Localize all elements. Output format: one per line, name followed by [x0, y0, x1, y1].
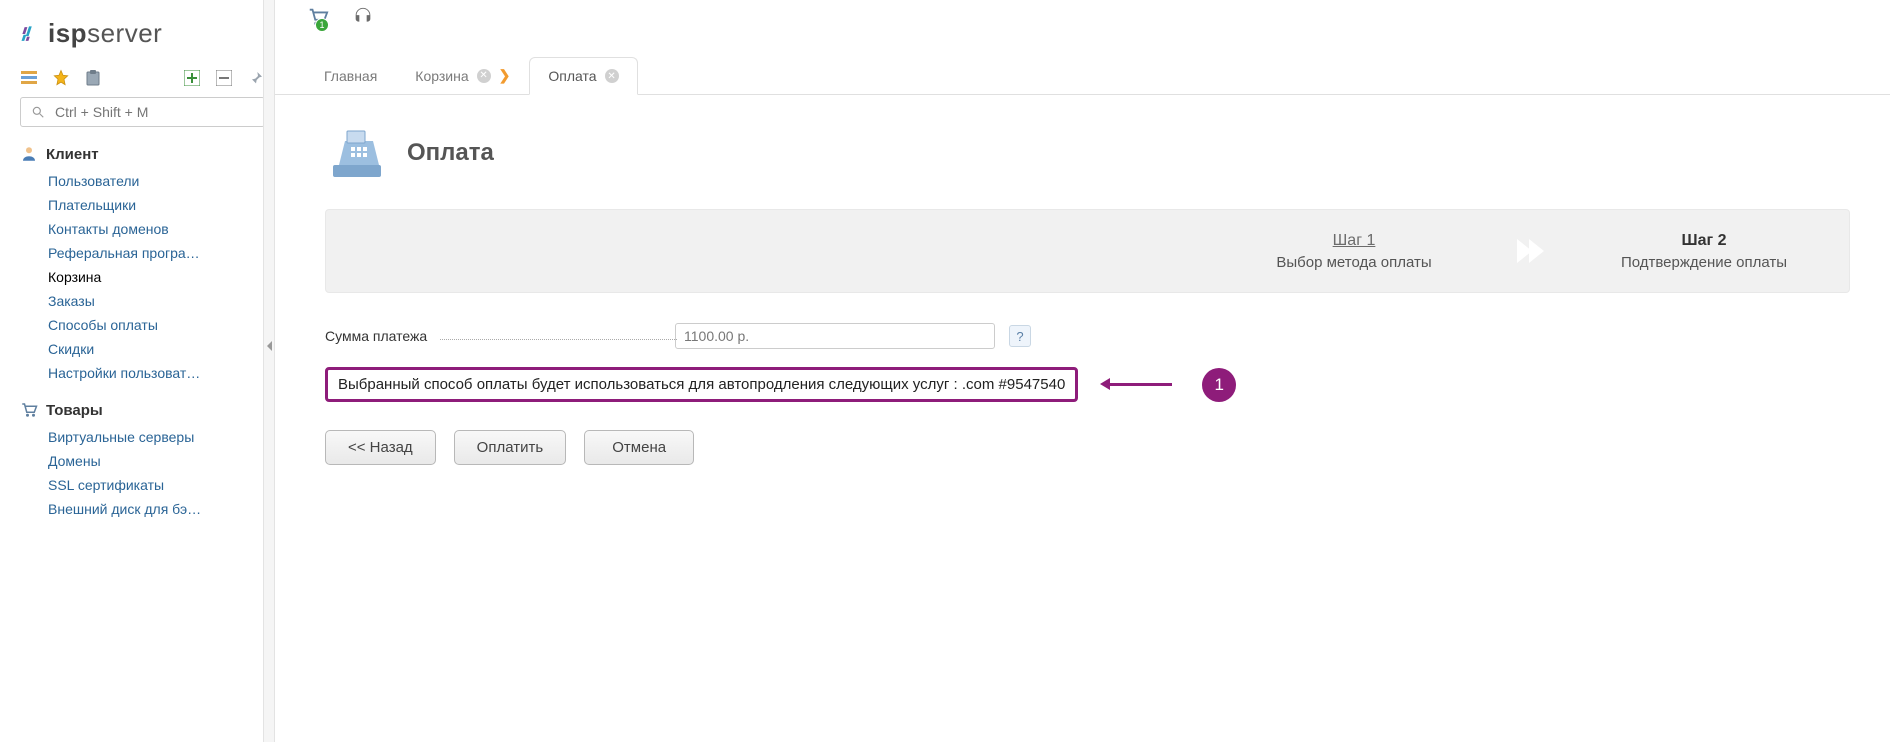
star-icon[interactable] — [52, 69, 70, 87]
cart-badge: 1 — [315, 18, 329, 32]
sidebar-item[interactable]: Настройки пользоват… — [48, 361, 248, 385]
annotation-arrow — [1108, 383, 1172, 386]
sidebar-collapse-handle[interactable] — [263, 0, 275, 742]
sidebar: ispserver — [0, 0, 275, 742]
tab-cart[interactable]: Корзина ✕ ❯ — [396, 56, 529, 94]
sidebar-item[interactable]: Заказы — [48, 289, 248, 313]
main: 1 Главная Корзина ✕ ❯ Оплата ✕ — [275, 0, 1890, 742]
sidebar-links-client: Пользователи Плательщики Контакты домено… — [20, 169, 265, 393]
tab-row: Главная Корзина ✕ ❯ Оплата ✕ — [275, 0, 1890, 95]
amount-input[interactable] — [675, 323, 995, 349]
tab-payment[interactable]: Оплата ✕ — [529, 57, 637, 95]
sidebar-item[interactable]: Домены — [48, 449, 248, 473]
page-title-row: Оплата — [325, 125, 1850, 181]
amount-row: Сумма платежа ? — [325, 323, 1850, 349]
tab-label: Оплата — [548, 68, 596, 84]
search-icon — [29, 103, 47, 121]
sidebar-group-products[interactable]: Товары — [20, 401, 265, 419]
sidebar-item[interactable]: Внешний диск для бэ… — [48, 497, 248, 521]
sidebar-item[interactable]: Скидки — [48, 337, 248, 361]
back-button[interactable]: << Назад — [325, 430, 436, 465]
top-icon-bar: 1 — [305, 6, 375, 28]
search-input[interactable] — [55, 104, 256, 120]
sidebar-item[interactable]: Реферальная програ… — [48, 241, 248, 265]
sidebar-item[interactable]: Пользователи — [48, 169, 248, 193]
sidebar-toolbar — [20, 69, 265, 87]
step-2: Шаг 2 Подтверждение оплаты — [1559, 210, 1849, 292]
close-icon[interactable]: ✕ — [605, 69, 619, 83]
search-input-wrap[interactable] — [20, 97, 265, 127]
annotation-badge: 1 — [1202, 368, 1236, 402]
close-icon[interactable]: ✕ — [477, 69, 491, 83]
sidebar-item[interactable]: SSL сертификаты — [48, 473, 248, 497]
clipboard-icon[interactable] — [84, 69, 102, 87]
tab-home[interactable]: Главная — [305, 57, 396, 94]
sidebar-group-client[interactable]: Клиент — [20, 145, 265, 163]
sidebar-group-label: Товары — [46, 402, 103, 419]
step-subtitle: Подтверждение оплаты — [1621, 254, 1787, 271]
step-title: Шаг 1 — [1333, 232, 1376, 250]
top-cart-button[interactable]: 1 — [305, 6, 331, 28]
steps-bar: Шаг 1 Выбор метода оплаты Шаг 2 Подтверж… — [325, 209, 1850, 293]
chevron-right-icon: ❯ — [499, 67, 511, 84]
autorenew-notice: Выбранный способ оплаты будет использова… — [325, 367, 1078, 402]
cash-register-icon — [325, 125, 389, 181]
page-title: Оплата — [407, 139, 494, 167]
step-subtitle: Выбор метода оплаты — [1276, 254, 1431, 271]
sidebar-item[interactable]: Виртуальные серверы — [48, 425, 248, 449]
step-1[interactable]: Шаг 1 Выбор метода оплаты — [1209, 210, 1499, 292]
logo-text: ispserver — [48, 18, 162, 49]
plus-icon[interactable] — [183, 69, 201, 87]
pay-button[interactable]: Оплатить — [454, 430, 567, 465]
arrow-right-icon — [1499, 210, 1559, 292]
notice-row: Выбранный способ оплаты будет использова… — [325, 367, 1850, 402]
tab-label: Корзина — [415, 68, 468, 84]
logo-icon — [20, 25, 38, 43]
cancel-button[interactable]: Отмена — [584, 430, 694, 465]
list-icon[interactable] — [20, 69, 38, 87]
sidebar-item[interactable]: Способы оплаты — [48, 313, 248, 337]
help-button[interactable]: ? — [1009, 325, 1031, 347]
sidebar-item[interactable]: Контакты доменов — [48, 217, 248, 241]
sidebar-group-label: Клиент — [46, 146, 99, 163]
sidebar-item-cart[interactable]: Корзина — [48, 265, 248, 289]
minus-icon[interactable] — [215, 69, 233, 87]
headset-icon[interactable] — [351, 6, 375, 28]
button-row: << Назад Оплатить Отмена — [325, 430, 1850, 465]
amount-label: Сумма платежа — [325, 328, 675, 344]
cart-icon — [20, 401, 38, 419]
content: Оплата Шаг 1 Выбор метода оплаты Шаг 2 П… — [275, 95, 1890, 465]
tab-label: Главная — [324, 68, 377, 84]
user-icon — [20, 145, 38, 163]
logo: ispserver — [20, 18, 265, 49]
sidebar-links-products: Виртуальные серверы Домены SSL сертифика… — [20, 425, 265, 529]
sidebar-item[interactable]: Плательщики — [48, 193, 248, 217]
step-title: Шаг 2 — [1682, 232, 1727, 250]
